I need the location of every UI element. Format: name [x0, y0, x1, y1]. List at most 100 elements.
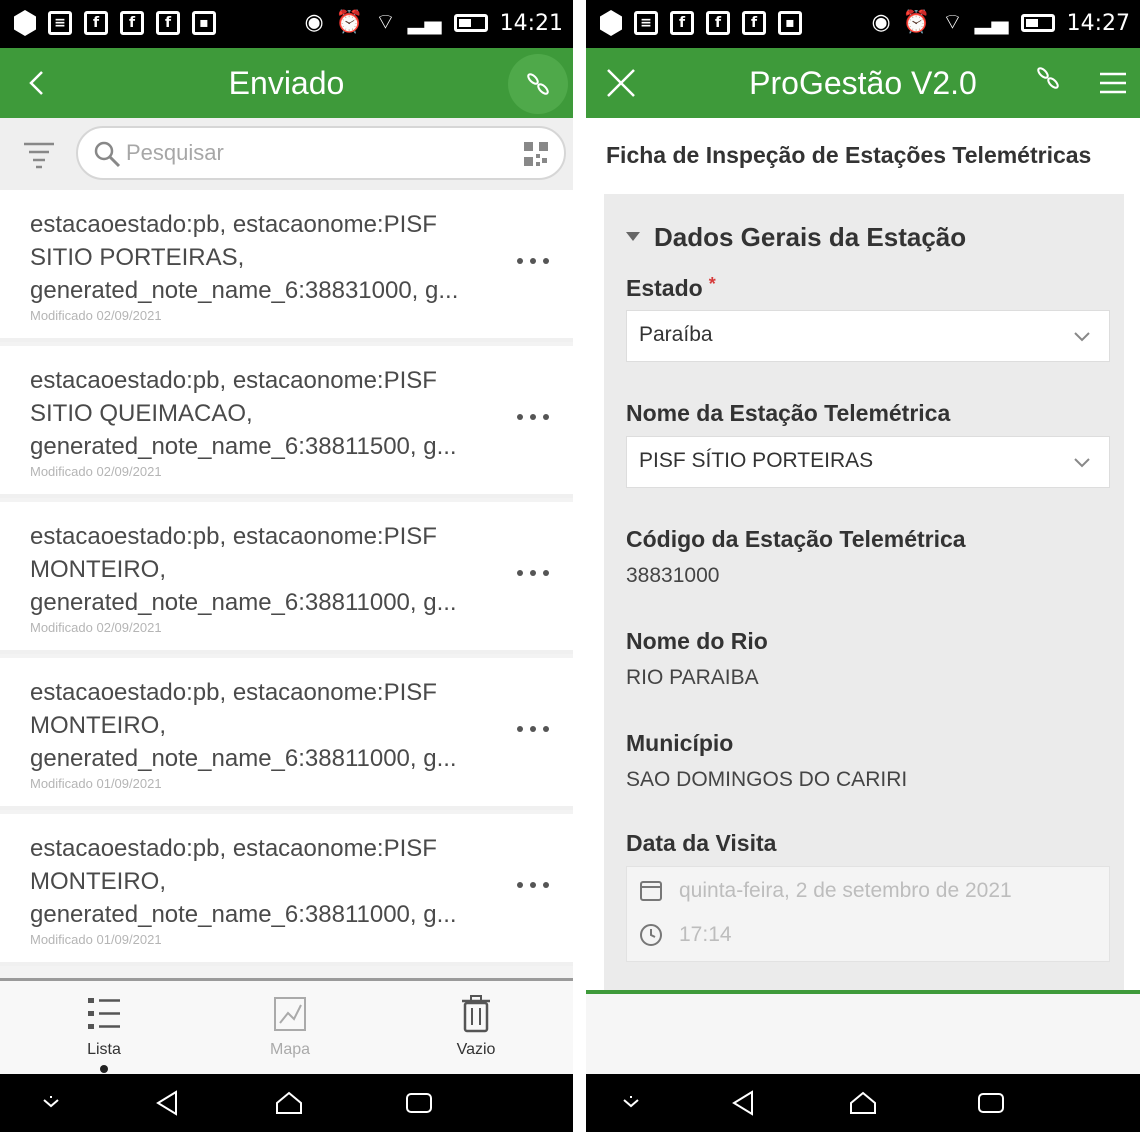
date-time-field[interactable]: quinta-feira, 2 de setembro de 2021 17:1…	[626, 866, 1110, 962]
item-modified-date: Modificado 02/09/2021	[30, 308, 162, 323]
nav-back-icon[interactable]	[728, 1088, 758, 1118]
status-bar: ≡ f f f ▪ ◉ ⏰ ⌔ ▂▄ 14:21	[0, 0, 573, 48]
field-label: Estado *	[626, 274, 716, 302]
facebook-icon: f	[120, 11, 144, 35]
battery-icon	[1020, 14, 1055, 32]
item-line: SITIO PORTEIRAS,	[30, 244, 245, 272]
item-line: generated_note_name_6:38831000, g...	[30, 277, 459, 305]
tab-vazio[interactable]: Vazio	[406, 991, 546, 1071]
image-icon: ▪	[192, 11, 216, 35]
trash-icon	[462, 995, 490, 1033]
page-title: Enviado	[228, 65, 345, 101]
search-box[interactable]	[76, 126, 566, 180]
link-button[interactable]	[508, 54, 568, 114]
sync-icon: ◉	[304, 10, 324, 35]
menu-icon[interactable]	[1098, 68, 1128, 98]
municipio-label: Município	[626, 730, 734, 756]
item-line: MONTEIRO,	[30, 868, 166, 896]
item-line: SITIO QUEIMACAO,	[30, 400, 253, 428]
wifi-icon: ⌔	[375, 10, 396, 35]
collapse-triangle-icon	[626, 232, 640, 241]
filter-icon[interactable]	[22, 138, 56, 170]
section-header[interactable]: Dados Gerais da Estação	[626, 222, 966, 253]
nav-home-icon[interactable]	[848, 1088, 878, 1118]
list-item[interactable]: estacaoestado:pb, estacaonome:PISF MONTE…	[0, 814, 573, 966]
footer-area	[586, 994, 1140, 1074]
search-input[interactable]	[126, 136, 506, 170]
more-options-icon[interactable]	[515, 720, 551, 736]
sync-icon: ◉	[871, 10, 891, 35]
facebook-icon: f	[742, 11, 766, 35]
list-item[interactable]: estacaoestado:pb, estacaonome:PISF SITIO…	[0, 346, 573, 498]
alarm-icon: ⏰	[335, 10, 364, 35]
item-line: generated_note_name_6:38811000, g...	[30, 745, 457, 773]
facebook-icon: f	[706, 11, 730, 35]
codigo-value: 38831000	[626, 564, 720, 587]
list-item[interactable]: estacaoestado:pb, estacaonome:PISF SITIO…	[0, 190, 573, 342]
item-line: estacaoestado:pb, estacaonome:PISF	[30, 523, 437, 550]
municipio-value: SAO DOMINGOS DO CARIRI	[626, 768, 908, 791]
battery-icon	[453, 14, 488, 32]
date-value: quinta-feira, 2 de setembro de 2021	[679, 879, 1012, 902]
link-icon	[527, 73, 549, 95]
rio-label: Nome do Rio	[626, 628, 768, 654]
signal-icon: ▂▄	[974, 10, 1009, 35]
map-icon	[274, 997, 306, 1031]
status-time: 14:27	[1066, 10, 1130, 36]
more-options-icon[interactable]	[515, 876, 551, 892]
item-line: MONTEIRO,	[30, 712, 166, 740]
facebook-icon: f	[84, 11, 108, 35]
tab-label: Lista	[87, 1041, 121, 1058]
item-modified-date: Modificado 02/09/2021	[30, 464, 162, 479]
form-section: Dados Gerais da Estação Estado * Paraíba …	[604, 194, 1124, 990]
tab-label: Mapa	[269, 1041, 311, 1058]
notes-list: estacaoestado:pb, estacaonome:PISF SITIO…	[0, 190, 573, 980]
nome-estacao-label: Nome da Estação Telemétrica	[626, 400, 951, 426]
tab-mapa[interactable]: Mapa	[220, 991, 360, 1071]
nome-estacao-value: PISF SÍTIO PORTEIRAS	[639, 449, 874, 472]
clock-icon	[640, 924, 662, 946]
form-title: Ficha de Inspeção de Estações Telemétric…	[606, 142, 1092, 168]
more-options-icon[interactable]	[515, 408, 551, 424]
list-item[interactable]: estacaoestado:pb, estacaonome:PISF MONTE…	[0, 502, 573, 654]
list-item[interactable]: estacaoestado:pb, estacaonome:PISF MONTE…	[0, 658, 573, 810]
nav-recents-icon[interactable]	[404, 1088, 434, 1118]
bottom-tab-bar: Lista Mapa Vazio	[0, 978, 573, 1074]
estado-select[interactable]: Paraíba	[626, 310, 1110, 362]
list-icon	[88, 998, 120, 1029]
back-icon[interactable]	[22, 68, 52, 98]
message-icon: ≡	[48, 11, 72, 35]
item-line: generated_note_name_6:38811000, g...	[30, 901, 457, 929]
hide-keyboard-icon[interactable]	[36, 1088, 66, 1118]
item-line: MONTEIRO,	[30, 556, 166, 584]
hide-keyboard-icon[interactable]	[616, 1088, 646, 1118]
item-line: estacaoestado:pb, estacaonome:PISF	[30, 211, 437, 238]
status-time: 14:21	[499, 10, 563, 36]
item-line: estacaoestado:pb, estacaonome:PISF	[30, 367, 437, 394]
nav-back-icon[interactable]	[152, 1088, 182, 1118]
more-options-icon[interactable]	[515, 564, 551, 580]
alarm-icon: ⏰	[902, 10, 931, 35]
app-notification-icon	[600, 10, 622, 36]
item-line: generated_note_name_6:38811500, g...	[30, 433, 457, 461]
status-bar: ≡ f f f ▪ ◉ ⏰ ⌔ ▂▄ 14:27	[586, 0, 1140, 48]
nome-estacao-select[interactable]: PISF SÍTIO PORTEIRAS	[626, 436, 1110, 488]
link-icon[interactable]	[1034, 64, 1062, 92]
close-icon[interactable]	[604, 66, 638, 100]
qr-code-icon[interactable]	[522, 140, 550, 168]
estado-label: Estado	[626, 275, 703, 301]
tab-lista[interactable]: Lista	[34, 991, 174, 1073]
nav-home-icon[interactable]	[274, 1088, 304, 1118]
facebook-icon: f	[156, 11, 180, 35]
item-modified-date: Modificado 02/09/2021	[30, 620, 162, 635]
search-icon	[94, 141, 121, 168]
more-options-icon[interactable]	[515, 252, 551, 268]
tab-label: Vazio	[456, 1041, 496, 1058]
item-line: estacaoestado:pb, estacaonome:PISF	[30, 679, 437, 706]
item-modified-date: Modificado 01/09/2021	[30, 776, 162, 791]
chevron-down-icon	[1074, 458, 1090, 468]
item-line: generated_note_name_6:38811000, g...	[30, 589, 457, 617]
section-title: Dados Gerais da Estação	[654, 222, 967, 252]
nav-recents-icon[interactable]	[976, 1088, 1006, 1118]
wifi-icon: ⌔	[942, 10, 963, 35]
